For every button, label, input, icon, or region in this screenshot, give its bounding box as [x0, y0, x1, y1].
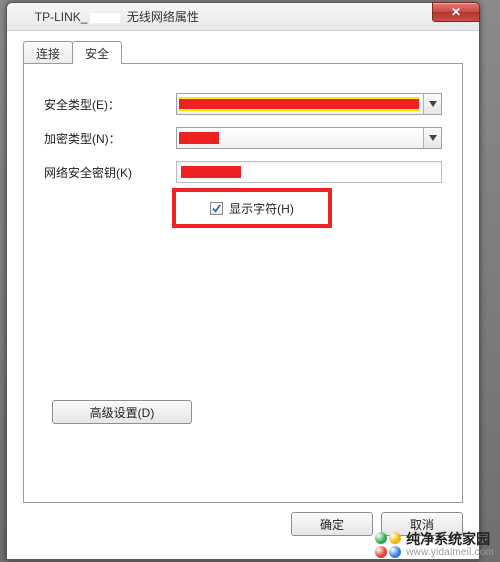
- tab-security[interactable]: 安全: [72, 41, 122, 64]
- ok-button[interactable]: 确定: [291, 512, 373, 536]
- client-area: 连接 安全 安全类型(E)： 加密类型(N)：: [15, 35, 471, 551]
- label-security-type: 安全类型(E)：: [44, 96, 176, 113]
- cancel-button-label: 取消: [410, 516, 434, 533]
- check-icon: [212, 204, 221, 213]
- combo-encryption-type[interactable]: [176, 127, 442, 149]
- close-button[interactable]: ✕: [432, 2, 480, 22]
- advanced-settings-button[interactable]: 高级设置(D): [52, 400, 192, 424]
- tab-security-label: 安全: [85, 47, 109, 61]
- advanced-settings-label: 高级设置(D): [90, 404, 155, 421]
- security-form: 安全类型(E)： 加密类型(N)：: [44, 90, 442, 192]
- highlight-show-characters: 显示字符(H): [172, 188, 332, 228]
- panel-security: 安全类型(E)： 加密类型(N)：: [23, 63, 463, 503]
- tab-connect[interactable]: 连接: [23, 41, 73, 63]
- row-security-type: 安全类型(E)：: [44, 90, 442, 118]
- label-network-key: 网络安全密钥(K): [44, 164, 176, 181]
- ssid-redacted: [89, 12, 121, 24]
- cancel-button[interactable]: 取消: [381, 512, 463, 536]
- ok-button-label: 确定: [320, 516, 344, 533]
- titlebar[interactable]: TP-LINK_ 无线网络属性 ✕: [7, 3, 479, 31]
- label-encryption-type: 加密类型(N)：: [44, 130, 176, 147]
- chevron-down-icon[interactable]: [423, 128, 441, 148]
- window-title-suffix: 无线网络属性: [123, 10, 198, 24]
- chevron-down-icon[interactable]: [423, 94, 441, 114]
- tab-connect-label: 连接: [36, 47, 60, 61]
- encryption-type-value-redacted: [179, 132, 219, 144]
- dialog-footer: 确定 取消: [23, 505, 463, 543]
- window-title-prefix: TP-LINK_: [35, 10, 88, 24]
- combo-security-type[interactable]: [176, 93, 442, 115]
- row-encryption-type: 加密类型(N)：: [44, 124, 442, 152]
- dialog-window: TP-LINK_ 无线网络属性 ✕ 连接 安全 安全类型(E)：: [6, 2, 480, 560]
- checkbox-show-characters[interactable]: [210, 202, 223, 215]
- input-network-key[interactable]: [176, 161, 442, 183]
- row-network-key: 网络安全密钥(K): [44, 158, 442, 186]
- network-key-value-redacted: [181, 166, 241, 178]
- security-type-value-redacted: [179, 97, 419, 111]
- window-title: TP-LINK_ 无线网络属性: [15, 0, 199, 39]
- close-icon: ✕: [451, 5, 461, 19]
- tab-strip: 连接 安全: [23, 41, 121, 64]
- label-show-characters: 显示字符(H): [229, 200, 294, 217]
